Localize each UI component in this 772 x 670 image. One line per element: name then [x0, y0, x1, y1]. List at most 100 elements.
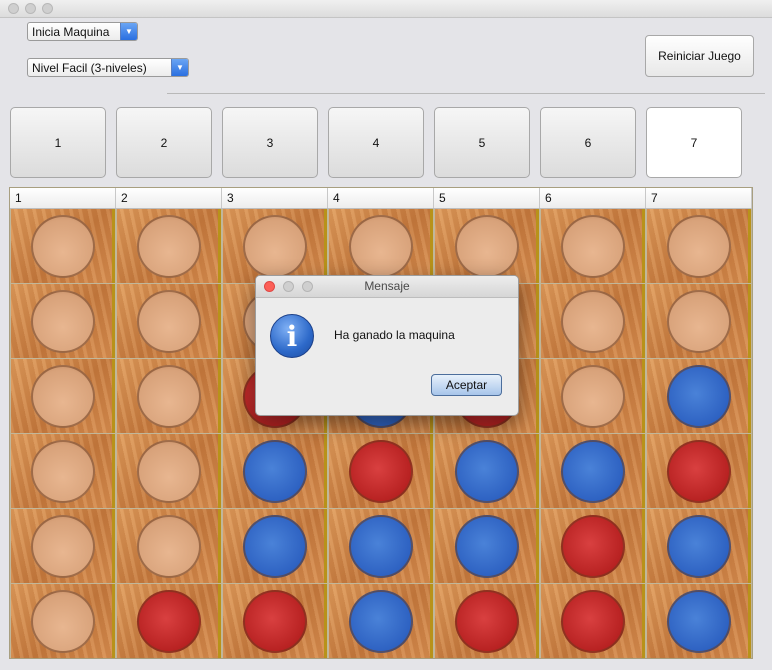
empty-slot: [31, 290, 95, 353]
empty-slot: [31, 215, 95, 278]
board-cell: [541, 284, 645, 358]
board-cell: [647, 584, 751, 658]
red-disc: [667, 440, 731, 503]
empty-slot: [349, 215, 413, 278]
column-header-5: 5: [434, 188, 540, 208]
empty-slot: [137, 215, 201, 278]
window-titlebar: [0, 0, 772, 18]
dialog-titlebar: Mensaje: [256, 276, 518, 298]
board-cell: [117, 209, 221, 283]
board-cell: [541, 359, 645, 433]
red-disc: [561, 590, 625, 653]
board-cell: [541, 209, 645, 283]
red-disc: [349, 440, 413, 503]
accept-button[interactable]: Aceptar: [431, 374, 502, 396]
close-window-button[interactable]: [8, 3, 19, 14]
blue-disc: [667, 365, 731, 428]
column-button-7[interactable]: 7: [646, 107, 742, 178]
board-cell: [541, 509, 645, 583]
start-player-select-value: Inicia Maquina: [32, 25, 110, 39]
chevron-down-icon: ▼: [171, 59, 188, 76]
board-cell: [11, 359, 115, 433]
minimize-window-button[interactable]: [25, 3, 36, 14]
empty-slot: [137, 515, 201, 578]
board-cell: [117, 284, 221, 358]
board-cell: [11, 584, 115, 658]
empty-slot: [137, 440, 201, 503]
column-button-2[interactable]: 2: [116, 107, 212, 178]
blue-disc: [561, 440, 625, 503]
board-cell: [117, 584, 221, 658]
difficulty-select-value: Nivel Facil (3-niveles): [32, 61, 147, 75]
board-cell: [435, 509, 539, 583]
window-edge: [765, 20, 772, 670]
board-cell: [647, 509, 751, 583]
toolbar-separator: [167, 93, 765, 94]
board-header: 1234567: [10, 188, 752, 209]
empty-slot: [31, 590, 95, 653]
board-cell: [435, 209, 539, 283]
column-header-7: 7: [646, 188, 752, 208]
board-cell: [647, 209, 751, 283]
board-cell: [117, 359, 221, 433]
board-cell: [329, 509, 433, 583]
info-icon: i: [270, 314, 314, 358]
difficulty-select[interactable]: Nivel Facil (3-niveles) ▼: [27, 58, 189, 77]
blue-disc: [349, 590, 413, 653]
board-cell: [541, 434, 645, 508]
board-cell: [647, 434, 751, 508]
empty-slot: [137, 290, 201, 353]
board-cell: [435, 584, 539, 658]
column-button-5[interactable]: 5: [434, 107, 530, 178]
blue-disc: [243, 440, 307, 503]
blue-disc: [667, 590, 731, 653]
blue-disc: [349, 515, 413, 578]
column-header-2: 2: [116, 188, 222, 208]
board-cell: [11, 509, 115, 583]
board-cell: [11, 209, 115, 283]
board-cell: [647, 359, 751, 433]
board-cell: [223, 434, 327, 508]
red-disc: [137, 590, 201, 653]
column-button-4[interactable]: 4: [328, 107, 424, 178]
red-disc: [561, 515, 625, 578]
empty-slot: [137, 365, 201, 428]
empty-slot: [667, 215, 731, 278]
game-board: 1234567: [9, 187, 753, 659]
column-button-1[interactable]: 1: [10, 107, 106, 178]
board-cell: [117, 434, 221, 508]
empty-slot: [243, 215, 307, 278]
blue-disc: [243, 515, 307, 578]
blue-disc: [455, 515, 519, 578]
empty-slot: [561, 215, 625, 278]
board-cell: [117, 509, 221, 583]
column-header-3: 3: [222, 188, 328, 208]
empty-slot: [561, 365, 625, 428]
board-cell: [329, 209, 433, 283]
empty-slot: [667, 290, 731, 353]
board-cell: [329, 584, 433, 658]
zoom-window-button[interactable]: [42, 3, 53, 14]
empty-slot: [31, 515, 95, 578]
chevron-down-icon: ▼: [120, 23, 137, 40]
blue-disc: [455, 440, 519, 503]
column-button-3[interactable]: 3: [222, 107, 318, 178]
board-cell: [11, 284, 115, 358]
board-cell: [541, 584, 645, 658]
board-cell: [11, 434, 115, 508]
column-header-6: 6: [540, 188, 646, 208]
column-header-1: 1: [10, 188, 116, 208]
column-button-6[interactable]: 6: [540, 107, 636, 178]
restart-game-button[interactable]: Reiniciar Juego: [645, 35, 754, 77]
message-dialog: Mensaje i Ha ganado la maquina Aceptar: [255, 275, 519, 416]
board-cell: [329, 434, 433, 508]
blue-disc: [667, 515, 731, 578]
board-cell: [223, 584, 327, 658]
board-cell: [647, 284, 751, 358]
red-disc: [455, 590, 519, 653]
start-player-select[interactable]: Inicia Maquina ▼: [27, 22, 138, 41]
dialog-title: Mensaje: [364, 279, 410, 293]
empty-slot: [455, 215, 519, 278]
column-header-4: 4: [328, 188, 434, 208]
empty-slot: [31, 365, 95, 428]
